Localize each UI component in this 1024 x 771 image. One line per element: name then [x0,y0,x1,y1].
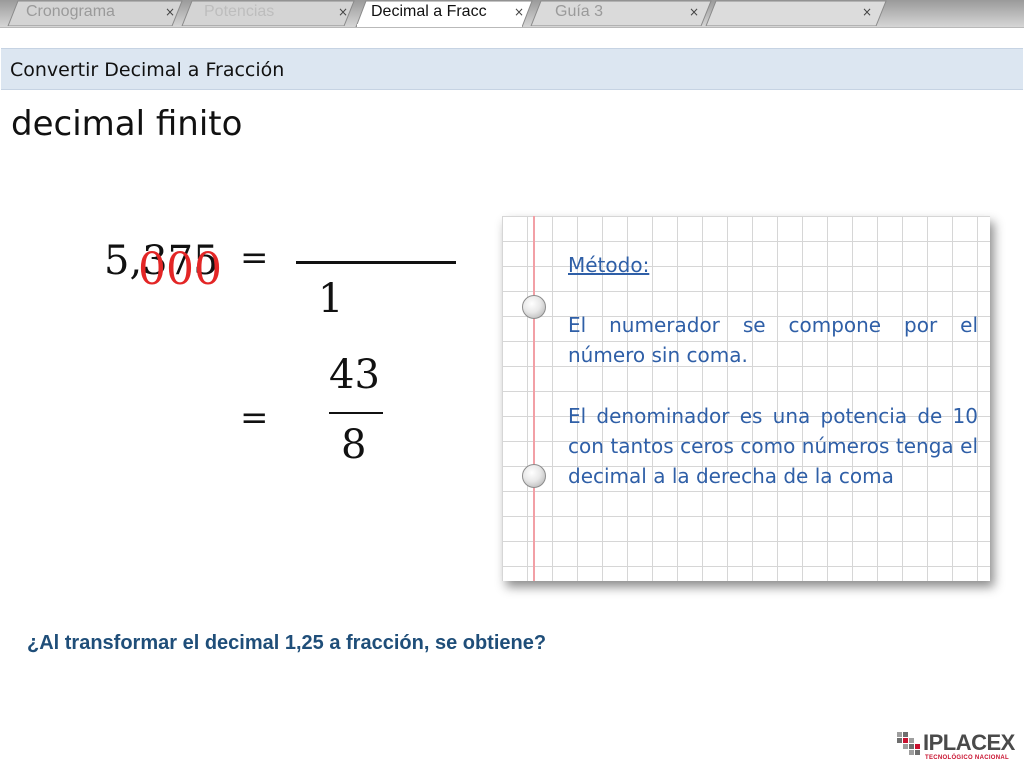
section-header-title: Convertir Decimal a Fracción [10,59,285,81]
tab-label: Decimal a Fracc [371,3,487,20]
tab-cronograma[interactable]: Cronograma × [0,0,190,26]
page-title: decimal finito [11,104,243,144]
close-icon[interactable]: × [514,5,524,19]
result-denominator: 8 [341,422,367,468]
tab-empty[interactable]: × [700,0,890,26]
binder-hole [522,464,546,488]
tab-label: Guía 3 [555,3,604,20]
tab-label: Potencias [204,3,275,20]
tab-guia-3[interactable]: Guía 3 × [525,0,715,26]
question-text: ¿Al transformar el decimal 1,25 a fracci… [27,632,547,654]
close-icon[interactable]: × [165,5,175,19]
logo-brand: IPLACEX [923,730,1015,755]
iplacex-logo: IPLACEX TECNOLÓGICO NACIONAL [895,726,1017,766]
close-icon[interactable]: × [689,5,699,19]
section-header: Convertir Decimal a Fracción [1,48,1023,90]
method-note-card: Método: El numerador se compone por el n… [502,216,990,581]
tab-decimal-a-fraccion[interactable]: Decimal a Fracc × [352,0,538,27]
tab-bar: Cronograma × Potencias × Guía 3 × × Deci… [0,0,1024,28]
overlay-zeros: 000 [138,244,222,295]
fraction-bar [296,261,456,264]
close-icon[interactable]: × [862,5,872,19]
note-heading: Método: [568,253,650,277]
tab-potencias[interactable]: Potencias × [176,0,358,26]
result-fraction-bar [329,412,383,414]
close-icon[interactable]: × [338,5,348,19]
equals-sign: = [240,238,269,278]
equals-sign: = [240,398,269,438]
tab-label: Cronograma [26,3,115,20]
logo-tagline: TECNOLÓGICO NACIONAL [925,755,1009,761]
denominator: 1 [318,276,344,322]
note-paragraph: El numerador se compone por el número si… [568,313,978,367]
note-paragraph: El denominador es una potencia de 10 con… [568,404,978,488]
result-numerator: 43 [329,352,380,398]
margin-line [533,216,535,581]
binder-hole [522,295,546,319]
